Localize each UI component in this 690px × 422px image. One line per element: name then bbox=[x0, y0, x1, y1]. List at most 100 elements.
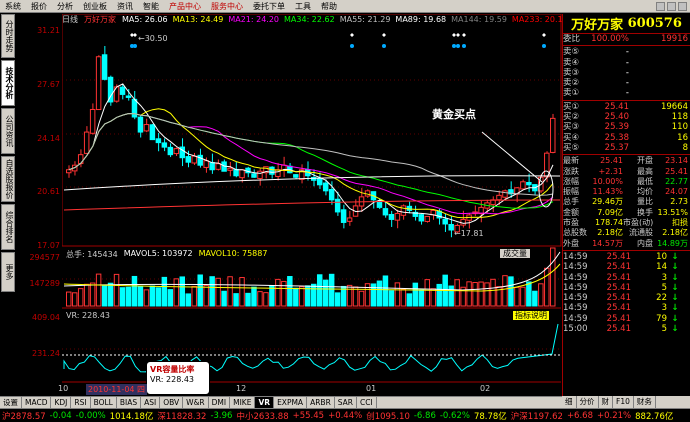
down-arrow-icon: ↓ bbox=[671, 293, 679, 304]
trading-app: 系统 报价 分析 创业板 资讯 智能 产品中心 服务中心 委托下单 工具 帮助 分时走势技术分析公司… bbox=[0, 0, 690, 422]
menu-item[interactable]: 分析 bbox=[52, 0, 78, 13]
left-tab[interactable]: 公司资讯 bbox=[1, 108, 15, 154]
menu-item[interactable]: 报价 bbox=[26, 0, 52, 13]
candle-body bbox=[161, 142, 168, 148]
volume-bar bbox=[448, 285, 454, 307]
status-item: 中小2633.88 bbox=[236, 411, 289, 422]
quote-header: 万好万家 600576 bbox=[563, 14, 690, 34]
left-tab[interactable]: 分时走势 bbox=[1, 14, 15, 58]
tick-volume: 3 bbox=[661, 272, 667, 283]
stat-label2: 最高 bbox=[637, 166, 653, 176]
right-panel-tab[interactable]: 分价 bbox=[577, 396, 599, 408]
kline-chart[interactable] bbox=[62, 14, 562, 396]
candle-body bbox=[388, 213, 395, 220]
indicator-tab[interactable]: RSI bbox=[71, 397, 91, 408]
ma-labels: MA5: 26.06 MA13: 24.49 MA21: 24.20 MA34: 22… bbox=[122, 15, 562, 25]
indicator-tab[interactable]: KDJ bbox=[51, 397, 72, 408]
indicator-tab[interactable]: MIKE bbox=[230, 397, 256, 408]
stat-label: 总手 bbox=[563, 197, 579, 207]
indicator-tab[interactable]: OBV bbox=[160, 397, 184, 408]
tick-time: 14:59 bbox=[563, 251, 588, 262]
stat-value2: 13.51% bbox=[657, 207, 688, 217]
volume-bar bbox=[137, 285, 144, 307]
indicator-tab[interactable]: SAR bbox=[335, 397, 358, 408]
close-icon[interactable] bbox=[678, 1, 687, 11]
down-arrow-icon: ↓ bbox=[671, 313, 679, 324]
candle-body bbox=[496, 194, 502, 201]
minimize-icon[interactable] bbox=[656, 1, 665, 11]
stat-label: 金额 bbox=[563, 207, 579, 217]
menu-item[interactable]: 智能 bbox=[138, 0, 164, 13]
tick-volume: 22 bbox=[656, 293, 667, 304]
high-price-label: ←30.50 bbox=[138, 34, 168, 43]
buy-row: 买① 25.41 19664 bbox=[563, 102, 690, 112]
indicator-tab[interactable]: W&R bbox=[183, 397, 209, 408]
menu-item[interactable]: 产品中心 bbox=[164, 0, 206, 13]
menu-item[interactable]: 系统 bbox=[0, 0, 26, 13]
stat-value2: 23.14 bbox=[665, 156, 688, 166]
tick-volume: 14 bbox=[656, 262, 667, 273]
left-tab[interactable]: 技术分析 bbox=[1, 60, 15, 106]
left-tab[interactable]: 更多 bbox=[1, 252, 15, 292]
volume-bar bbox=[101, 284, 108, 307]
menu-item[interactable]: 工具 bbox=[290, 0, 316, 13]
volume-bar bbox=[412, 282, 419, 307]
tooltip-value: VR: 228.43 bbox=[150, 375, 195, 384]
candle-body bbox=[520, 181, 526, 190]
status-item: 沪2878.57 bbox=[2, 411, 46, 422]
candle-body bbox=[346, 217, 353, 222]
indicator-tab[interactable]: ASI bbox=[141, 397, 161, 408]
signal-marker bbox=[382, 33, 386, 37]
menu-item[interactable]: 委托下单 bbox=[248, 0, 290, 13]
tick-row: 14:59 25.41 3 ↓ bbox=[563, 303, 690, 313]
stat-label2: 最低 bbox=[637, 176, 653, 186]
tick-price: 25.41 bbox=[606, 251, 631, 262]
indicator-tab[interactable]: BIAS bbox=[117, 397, 142, 408]
volume-bar bbox=[328, 273, 335, 307]
tooltip-title: VR容量比率 bbox=[150, 365, 195, 374]
indicator-tab[interactable]: VR bbox=[255, 397, 275, 408]
maximize-icon[interactable] bbox=[667, 1, 676, 11]
volume-badge[interactable]: 成交量 bbox=[500, 249, 530, 258]
volume-total-label: 总手: 145434 bbox=[66, 250, 118, 259]
menu-item[interactable]: 服务中心 bbox=[206, 0, 248, 13]
volume-bar bbox=[215, 277, 221, 307]
menu-item[interactable]: 帮助 bbox=[316, 0, 342, 13]
sell-orders: 卖⑤ - 卖④ - 卖③ - 卖② - 卖① - bbox=[563, 47, 690, 98]
menu-item[interactable]: 创业板 bbox=[78, 0, 112, 13]
right-panel-tab[interactable]: F10 bbox=[613, 396, 634, 408]
candle-body bbox=[448, 223, 454, 231]
vr-line bbox=[63, 323, 559, 373]
buy-volume: 118 bbox=[671, 112, 688, 123]
tick-price: 25.41 bbox=[606, 293, 631, 304]
indicator-tab[interactable]: CCI bbox=[357, 397, 377, 408]
indicator-tab[interactable]: EXPMA bbox=[274, 397, 308, 408]
indicator-tab[interactable]: ARBR bbox=[307, 397, 335, 408]
left-tab[interactable]: 自选股报价 bbox=[1, 156, 15, 202]
volume-bar bbox=[346, 284, 353, 307]
volume-bar bbox=[418, 289, 425, 307]
annotation-arrow bbox=[481, 131, 543, 183]
volume-bar bbox=[502, 275, 508, 307]
buy-price: 25.37 bbox=[604, 142, 629, 153]
tick-row: 14:59 25.41 5 ↓ bbox=[563, 283, 690, 293]
volume-bar bbox=[514, 286, 520, 307]
candle-body bbox=[400, 205, 407, 216]
indicator-tab[interactable]: DMI bbox=[209, 397, 231, 408]
buy-price: 25.41 bbox=[604, 101, 629, 112]
stat-row: 总手 29.46万 量比 2.73 bbox=[563, 197, 690, 207]
right-panel-tab[interactable]: 财务 bbox=[634, 396, 656, 408]
stat-label2: 开盘 bbox=[637, 156, 653, 166]
indicator-tab[interactable]: BOLL bbox=[91, 397, 117, 408]
tick-time: 14:59 bbox=[563, 282, 588, 293]
stat-label: 市盈 bbox=[563, 218, 579, 228]
right-panel-tab[interactable]: 细 bbox=[562, 396, 577, 408]
menu-item[interactable]: 资讯 bbox=[112, 0, 138, 13]
indicator-help-badge[interactable]: 指标说明 bbox=[513, 311, 549, 320]
right-panel-tab[interactable]: 财 bbox=[599, 396, 613, 408]
down-arrow-icon: ↓ bbox=[671, 272, 679, 283]
indicator-tab[interactable]: MACD bbox=[22, 397, 52, 408]
left-tab[interactable]: 综合排名 bbox=[1, 204, 15, 250]
volume-bar bbox=[143, 289, 150, 307]
indicator-tab[interactable]: 设置 bbox=[0, 397, 22, 408]
